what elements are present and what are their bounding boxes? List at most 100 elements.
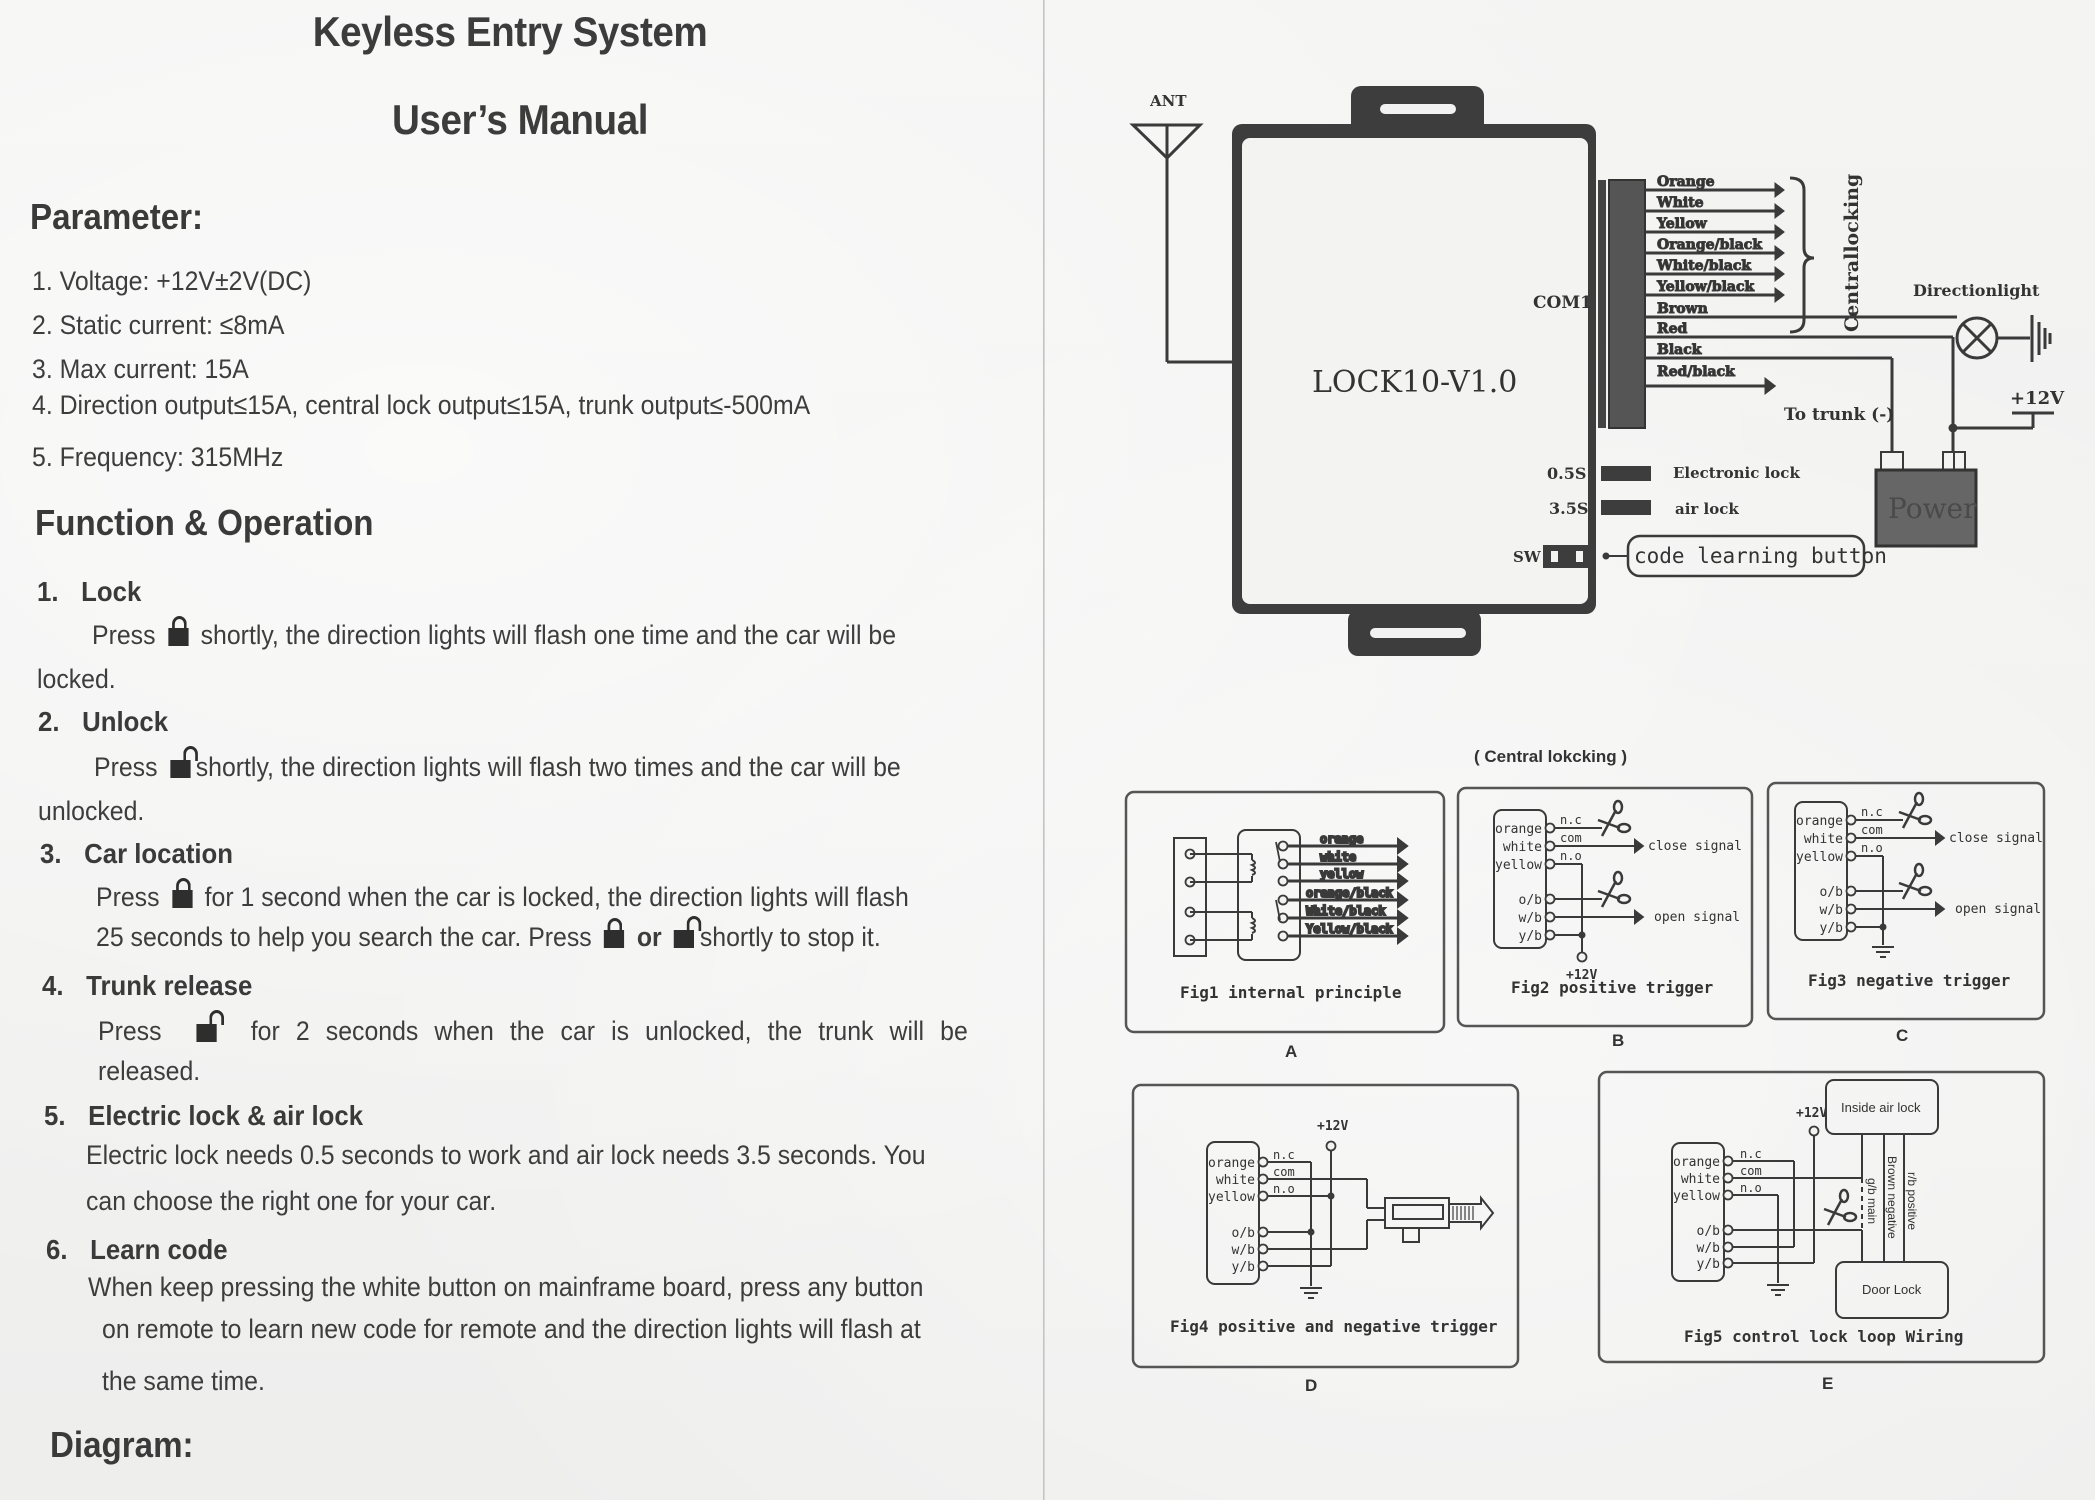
terminal-icon bbox=[1544, 893, 1556, 905]
terminal-icon bbox=[1544, 858, 1556, 870]
arrow-icon bbox=[1397, 854, 1409, 874]
diagram-label: o/b bbox=[1519, 893, 1543, 908]
jumper-time-label: 3.5S bbox=[1549, 499, 1588, 518]
diagram-label: Red bbox=[1657, 321, 1688, 337]
ground-icon bbox=[1767, 1284, 1789, 1296]
diagram-label: n.o bbox=[1273, 1182, 1295, 1196]
scissors-icon bbox=[1597, 799, 1632, 837]
jumper-air-lock[interactable] bbox=[1601, 500, 1651, 515]
arrow-icon bbox=[1774, 181, 1785, 199]
diagram-label: Door Lock bbox=[1862, 1282, 1922, 1297]
section-title: Car location bbox=[84, 838, 234, 869]
diagram-label: n.c bbox=[1560, 813, 1582, 827]
parameter-item: 4. Direction output≤15A, central lock ou… bbox=[32, 390, 811, 420]
parameter-item: 1. Voltage: +12V±2V(DC) bbox=[32, 266, 312, 296]
arrow-icon bbox=[1774, 202, 1785, 220]
arrow-icon bbox=[1397, 926, 1409, 946]
wire-connector bbox=[1608, 179, 1646, 429]
diagram-label: white bbox=[1804, 832, 1843, 847]
jumper-label: air lock bbox=[1675, 500, 1739, 518]
terminal-icon bbox=[1277, 930, 1289, 942]
terminal-icon bbox=[1845, 832, 1857, 844]
section-title: Electric lock & air lock bbox=[88, 1100, 364, 1131]
section-number: 6. bbox=[46, 1234, 68, 1265]
arrow-icon bbox=[1397, 890, 1409, 910]
diagram-label: open signal bbox=[1955, 902, 2041, 917]
lock-icon bbox=[604, 918, 625, 948]
wire-yellow-black: Yellow/black bbox=[1645, 279, 1785, 304]
scissors-icon bbox=[1597, 870, 1632, 908]
section-electric-lock-line2: can choose the right one for your car. bbox=[86, 1186, 497, 1216]
section-unlock-heading: 2. Unlock bbox=[38, 706, 168, 738]
diagram-label: orange/black bbox=[1306, 886, 1393, 900]
diagram-label: Brown bbox=[1657, 301, 1708, 317]
coil-icon bbox=[1249, 859, 1256, 876]
terminal-icon bbox=[1257, 1226, 1269, 1238]
actuator-icon bbox=[1384, 1195, 1495, 1243]
section-number: 2. bbox=[38, 706, 60, 737]
diagram-label: yellow bbox=[1495, 858, 1542, 873]
diagram-label: w/b bbox=[1697, 1241, 1721, 1256]
arrow-icon bbox=[1764, 376, 1777, 396]
diagram-label: g/b main bbox=[1865, 1178, 1879, 1224]
terminal-icon bbox=[1277, 840, 1289, 852]
central-locking-label: Centrallocking bbox=[1841, 174, 1863, 332]
unlock-icon bbox=[196, 1010, 224, 1042]
diagram-label: w/b bbox=[1232, 1243, 1256, 1258]
figure-c: orange white yellow o/b w/b y/b n.c com close si… bbox=[1794, 791, 2043, 958]
module-label: LOCK10-V1.0 bbox=[1312, 365, 1517, 400]
diagram-label: n.c bbox=[1740, 1147, 1762, 1161]
diagram-label: n.o bbox=[1560, 849, 1582, 863]
arrow-icon bbox=[1774, 223, 1785, 241]
lamp-icon bbox=[1955, 316, 2030, 360]
diagram-label: close signal bbox=[1648, 839, 1742, 854]
wire-harness: Orange White Yellow Orange/black White/black… bbox=[1645, 174, 1957, 396]
section-title: Learn code bbox=[90, 1234, 228, 1265]
trunk-label: To trunk (-) bbox=[1784, 405, 1894, 425]
connector-label: COM1 bbox=[1533, 293, 1592, 313]
arrow-icon bbox=[1935, 830, 1946, 846]
wire-red-black: Red/black bbox=[1645, 364, 1777, 396]
diagram-label: white bbox=[1681, 1172, 1720, 1187]
section-car-location-heading: 3. Car location bbox=[40, 838, 233, 870]
section-unlock-line2: unlocked. bbox=[38, 796, 145, 826]
diagram-label: White/black bbox=[1656, 258, 1751, 274]
diagram-label: Brown negative bbox=[1885, 1156, 1899, 1239]
scissors-icon bbox=[1898, 862, 1933, 900]
diagram-label: com bbox=[1740, 1164, 1762, 1178]
jumper-electronic-lock[interactable] bbox=[1601, 466, 1651, 481]
wire-brown: Brown bbox=[1645, 301, 1957, 319]
arrow-icon bbox=[1774, 244, 1785, 262]
wire-black: Black bbox=[1645, 342, 1892, 360]
figure-letter: D bbox=[1305, 1376, 1317, 1395]
unlock-icon bbox=[674, 916, 702, 948]
diagram-label: yellow bbox=[1796, 850, 1843, 865]
section-learn-code-line1: When keep pressing the white button on m… bbox=[88, 1272, 924, 1302]
code-learning-switch[interactable] bbox=[1543, 545, 1590, 568]
parameter-item: 2. Static current: ≤8mA bbox=[32, 310, 285, 340]
diagram-label: Yellow bbox=[1656, 216, 1708, 232]
section-number: 1. bbox=[37, 576, 59, 607]
lock-icon bbox=[171, 878, 193, 908]
diagram-label: Yellow/black bbox=[1656, 279, 1755, 295]
section-unlock-line1: Press shortly, the direction lights will… bbox=[94, 746, 901, 783]
figure-letter: E bbox=[1822, 1374, 1833, 1393]
diagram-label: orange bbox=[1495, 822, 1542, 837]
terminal-icon bbox=[1544, 822, 1556, 834]
antenna-icon: ANT bbox=[1129, 92, 1232, 364]
figure-letter: A bbox=[1285, 1042, 1297, 1061]
diagram-label: white bbox=[1320, 850, 1356, 864]
section-trunk-heading: 4. Trunk release bbox=[42, 970, 252, 1002]
figure-caption: Fig4 positive and negative trigger bbox=[1170, 1317, 1498, 1336]
arrow-icon bbox=[1774, 286, 1785, 304]
diagram-label: y/b bbox=[1519, 929, 1543, 944]
section-title: Trunk release bbox=[86, 970, 253, 1001]
text: Press bbox=[92, 620, 156, 650]
direction-light-label: Directionlight bbox=[1913, 281, 2040, 300]
terminal-icon bbox=[1722, 1172, 1734, 1184]
figure-e: orange white yellow o/b w/by/b n.c com n.o +12V I… bbox=[1671, 1079, 1949, 1319]
text: Press bbox=[94, 752, 158, 782]
diagram-label: com bbox=[1273, 1165, 1295, 1179]
section-electric-lock-line1: Electric lock needs 0.5 seconds to work … bbox=[86, 1140, 926, 1170]
terminal-icon bbox=[1722, 1224, 1734, 1236]
